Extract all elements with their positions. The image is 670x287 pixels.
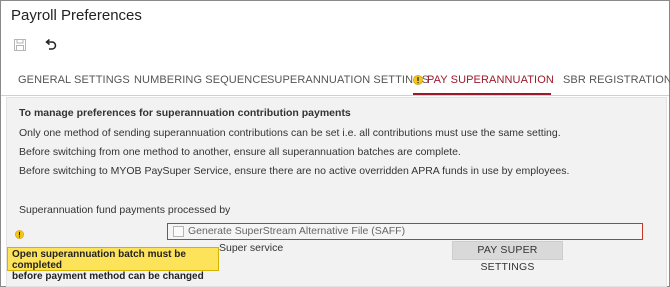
undo-icon[interactable] (43, 37, 57, 53)
tab-label: NUMBERING SEQUENCE (134, 74, 268, 86)
warning-icon (413, 67, 423, 97)
tab-label: SUPERANNUATION SETTINGS (267, 74, 430, 86)
pay-superannuation-panel: To manage preferences for superannuation… (6, 97, 667, 287)
tab-label: GENERAL SETTINGS (18, 74, 130, 86)
page-title: Payroll Preferences (11, 7, 142, 24)
saff-label: Generate SuperStream Alternative File (S… (188, 225, 406, 237)
tab-general-settings[interactable]: GENERAL SETTINGS (18, 65, 130, 94)
tooltip-line: before payment method can be changed (12, 271, 204, 282)
warning-tooltip: Open superannuation batch must be comple… (7, 247, 219, 282)
warning-icon (15, 226, 24, 244)
tab-label: PAY SUPERANNUATION (427, 74, 554, 86)
tab-pay-superannuation[interactable]: PAY SUPERANNUATION (413, 65, 554, 97)
tab-sbr-registration[interactable]: SBR REGISTRATION (563, 65, 670, 94)
tab-superannuation-settings[interactable]: SUPERANNUATION SETTINGS (267, 65, 429, 94)
tab-label: SBR REGISTRATION (563, 74, 670, 86)
payroll-preferences-window: Payroll Preferences GENERAL SETTINGS NUM… (0, 0, 670, 287)
saff-checkbox[interactable] (173, 226, 184, 237)
pay-super-settings-button[interactable]: PAY SUPER SETTINGS (452, 241, 563, 273)
info-line: Before switching from one method to anot… (19, 146, 461, 158)
info-line: Only one method of sending superannuatio… (19, 127, 561, 139)
save-icon[interactable] (13, 37, 27, 53)
section-heading: To manage preferences for superannuation… (19, 107, 351, 119)
tooltip-line: Open superannuation batch must be comple… (12, 249, 186, 271)
payment-method-label: Superannuation fund payments processed b… (19, 204, 231, 216)
tab-numbering-sequence[interactable]: NUMBERING SEQUENCE (134, 65, 268, 94)
tab-bar: GENERAL SETTINGS NUMBERING SEQUENCE SUPE… (1, 65, 670, 97)
paysuper-option-label: Super service (219, 242, 284, 254)
saff-option[interactable]: Generate SuperStream Alternative File (S… (167, 223, 643, 240)
info-line: Before switching to MYOB PaySuper Servic… (19, 165, 570, 177)
